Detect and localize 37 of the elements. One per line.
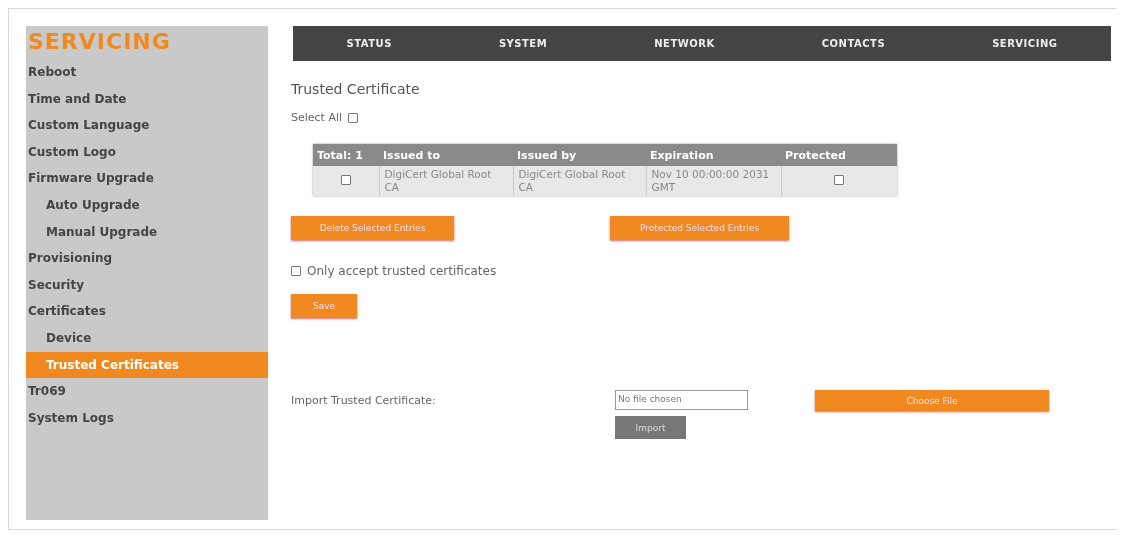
sidebar-item[interactable]: Provisioning [26, 245, 268, 272]
sidebar-item[interactable]: Tr069 [26, 378, 268, 405]
checkbox[interactable] [348, 112, 359, 123]
sidebar-item[interactable]: Custom Logo [26, 138, 268, 166]
table-cell: DigiCert Global Root CA [379, 166, 513, 196]
column-header: Expiration [646, 144, 781, 166]
select-all-label: Select All [291, 111, 343, 124]
checkbox-label: Only accept trusted certificates [307, 264, 497, 278]
nav-tab[interactable]: SYSTEM [498, 38, 548, 49]
column-header: Issued to [379, 144, 513, 166]
column-header: Total: 1 [313, 144, 379, 166]
sidebar-item[interactable]: Reboot [26, 59, 268, 86]
checkbox[interactable] [340, 174, 351, 185]
sidebar-item[interactable]: Security [26, 271, 268, 299]
column-header: Issued by [513, 144, 646, 166]
sidebar-item[interactable]: Auto Upgrade [26, 191, 268, 219]
sidebar-item[interactable]: System Logs [26, 404, 268, 432]
sidebar-item[interactable]: Firmware Upgrade [26, 165, 268, 192]
nav-tab[interactable]: STATUS [346, 38, 392, 49]
checkbox[interactable] [834, 174, 845, 185]
sidebar-item[interactable]: Time and Date [26, 85, 268, 113]
checkbox[interactable] [291, 266, 301, 276]
sidebar-item[interactable]: Device [26, 324, 268, 352]
sidebar-item[interactable]: Manual Upgrade [26, 218, 268, 246]
column-header: Protected [781, 144, 897, 166]
table-cell: Nov 10 00:00:00 2031 GMT [646, 166, 781, 196]
nav-tab[interactable]: SERVICING [992, 38, 1058, 49]
sidebar-item[interactable]: Custom Language [26, 112, 268, 139]
sidebar-item[interactable]: Certificates [26, 298, 268, 325]
nav-tab[interactable]: NETWORK [654, 38, 715, 49]
table-cell: DigiCert Global Root CA [513, 166, 646, 196]
import-button[interactable]: Import [615, 416, 686, 439]
file-field[interactable]: No file chosen [615, 390, 748, 410]
nav-tab[interactable]: CONTACTS [821, 38, 886, 49]
sidebar-title: SERVICING [27, 28, 172, 56]
import-label: Import Trusted Certificate: [291, 393, 437, 407]
page-title: Trusted Certificate [291, 81, 420, 97]
